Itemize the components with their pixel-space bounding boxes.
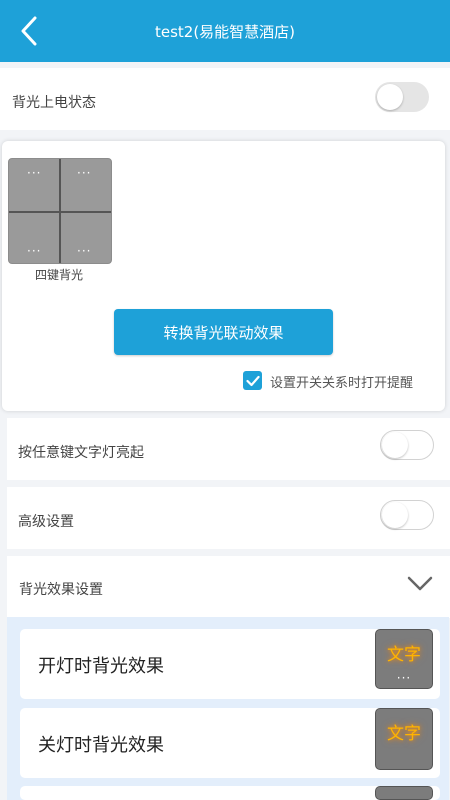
advanced-settings-toggle[interactable] — [380, 500, 434, 530]
glow-text-preview: 文字 — [387, 724, 421, 744]
backlight-power-label: 背光上电状态 — [12, 95, 96, 111]
tile-divider-horizontal — [9, 211, 111, 213]
chevron-down-icon — [407, 576, 433, 591]
key-dots-icon: ··· — [77, 166, 92, 180]
backlight-effect-preview[interactable]: 文字 — [375, 708, 433, 770]
reminder-checkbox[interactable] — [243, 371, 262, 390]
effect-settings-label: 背光效果设置 — [19, 582, 103, 598]
glow-text-preview: 文字 — [387, 645, 421, 665]
any-key-row: 按任意键文字灯亮起 — [7, 418, 450, 480]
effect-item-light-off[interactable]: 关灯时背光效果 文字 — [20, 708, 440, 778]
four-key-switch-tile[interactable]: ··· ··· ··· ··· — [8, 158, 112, 264]
effect-item-label: 关灯时背光效果 — [38, 735, 164, 756]
any-key-toggle[interactable] — [380, 430, 434, 460]
effect-item-light-on[interactable]: 开灯时背光效果 文字 ··· — [20, 629, 440, 699]
switch-tile-label: 四键背光 — [34, 268, 83, 282]
toggle-knob — [377, 84, 403, 110]
top-bar: test2(易能智慧酒店) — [0, 0, 450, 62]
effect-item-partial[interactable] — [20, 786, 440, 800]
checkmark-icon — [245, 375, 260, 386]
key-dots-icon: ··· — [396, 671, 412, 685]
toggle-knob — [382, 432, 408, 458]
convert-backlight-effect-button[interactable]: 转换背光联动效果 — [114, 309, 333, 355]
backlight-effect-preview[interactable]: 文字 ··· — [375, 629, 433, 689]
reminder-label: 设置开关关系时打开提醒 — [270, 376, 414, 391]
backlight-power-toggle[interactable] — [375, 82, 429, 112]
backlight-effect-preview[interactable] — [375, 786, 433, 800]
backlight-power-row: 背光上电状态 — [0, 68, 450, 130]
key-dots-icon: ··· — [27, 166, 42, 180]
advanced-settings-label: 高级设置 — [18, 514, 74, 530]
page-title: test2(易能智慧酒店) — [154, 22, 296, 41]
toggle-knob — [382, 502, 408, 528]
key-dots-icon: ··· — [27, 244, 42, 258]
any-key-label: 按任意键文字灯亮起 — [18, 445, 144, 461]
effect-settings-row[interactable]: 背光效果设置 — [7, 556, 450, 618]
effect-item-label: 开灯时背光效果 — [38, 656, 164, 677]
advanced-settings-row: 高级设置 — [7, 487, 450, 549]
key-dots-icon: ··· — [77, 244, 92, 258]
